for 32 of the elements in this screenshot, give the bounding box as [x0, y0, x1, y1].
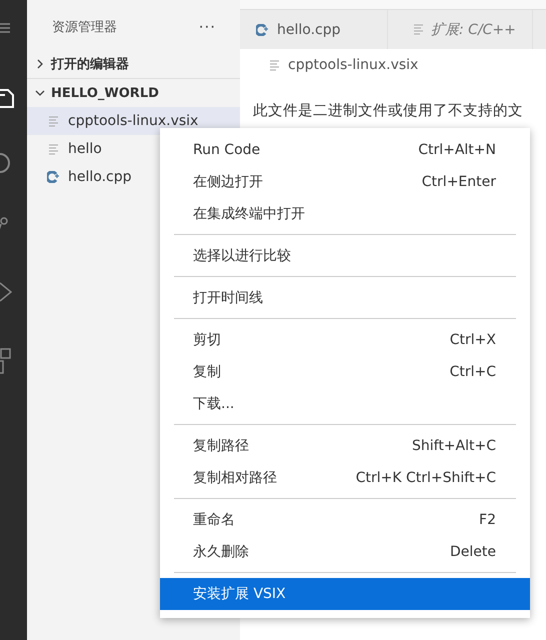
run-icon[interactable] [0, 282, 12, 302]
menu-item[interactable]: 在侧边打开 Ctrl+Enter [160, 166, 530, 198]
extensions-icon[interactable] [0, 347, 12, 377]
text-file-icon [49, 116, 59, 126]
menu-item[interactable]: 安装扩展 VSIX [160, 578, 530, 610]
sidebar-title: 资源管理器 [52, 19, 117, 36]
menu-item[interactable]: 复制 Ctrl+C [160, 356, 530, 388]
section-header[interactable]: 打开的编辑器 [27, 50, 240, 78]
menu-item[interactable]: 选择以进行比较 [160, 240, 530, 272]
menu-item[interactable]: 永久删除 Delete [160, 536, 530, 568]
cpp-file-icon [47, 171, 61, 183]
text-file-icon [270, 60, 280, 70]
menu-item[interactable]: 打开时间线 [160, 282, 530, 314]
chevron-icon [35, 59, 45, 69]
menu-item[interactable]: Run Code Ctrl+Alt+N [160, 134, 530, 166]
breadcrumb[interactable]: cpptools-linux.vsix [288, 57, 418, 73]
menu-item[interactable]: 剪切 Ctrl+X [160, 324, 530, 356]
text-file-icon [414, 24, 424, 35]
cpp-file-icon [256, 24, 270, 36]
menu-item[interactable]: 复制相对路径 Ctrl+K Ctrl+Shift+C [160, 462, 530, 494]
text-file-icon [49, 144, 59, 154]
menu-item[interactable]: 下载... [160, 388, 530, 420]
search-icon[interactable] [0, 152, 12, 174]
menu-item[interactable]: 复制路径 Shift+Alt+C [160, 430, 530, 462]
menu-icon[interactable] [0, 22, 10, 34]
menu-item[interactable]: 重命名 F2 [160, 504, 530, 536]
branch-icon[interactable] [0, 217, 10, 231]
file-item[interactable]: cpptools-linux.vsix [27, 107, 240, 135]
binary-file-message: 此文件是二进制文件或使用了不支持的文 [252, 102, 524, 120]
chevron-icon [35, 88, 45, 98]
more-button[interactable]: ··· [198, 18, 216, 36]
menu-item[interactable]: 在集成终端中打开 [160, 198, 530, 230]
